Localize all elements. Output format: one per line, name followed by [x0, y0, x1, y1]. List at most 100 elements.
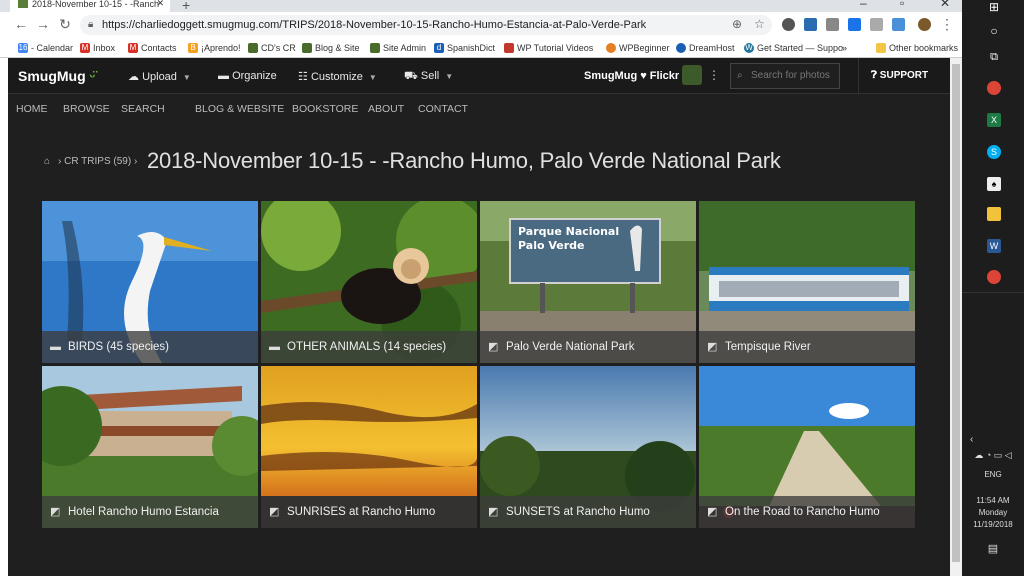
home-icon[interactable]: ⌂: [44, 156, 50, 167]
blogger-icon: B: [188, 43, 198, 53]
close-tab-icon[interactable]: ✕: [156, 0, 164, 8]
bookmark-item[interactable]: WPBeginner: [606, 42, 670, 54]
organize-menu[interactable]: ▬ Organize: [218, 70, 277, 82]
shield-icon[interactable]: [826, 18, 839, 31]
zoom-icon[interactable]: ⊕: [732, 17, 742, 31]
customize-menu[interactable]: ☷ Customize ▼: [298, 70, 377, 83]
bookmark-item[interactable]: M Contacts: [128, 42, 177, 54]
solitaire-icon[interactable]: ♠: [987, 177, 1001, 191]
translate-icon[interactable]: [848, 18, 861, 31]
nav-browse[interactable]: BROWSE: [63, 103, 110, 115]
more-icon[interactable]: ⋮: [708, 68, 720, 82]
gallery-tile-palo-verde[interactable]: Parque Nacional Palo Verde ◩ Palo Verde N…: [480, 201, 696, 363]
folder-icon: ▬: [218, 70, 229, 82]
chrome-icon[interactable]: [987, 81, 1001, 95]
upload-menu[interactable]: ☁ Upload ▼: [128, 70, 191, 83]
clock-time[interactable]: 11:54 AM: [962, 496, 1024, 505]
extension-icon[interactable]: [804, 18, 817, 31]
gmail-icon: M: [80, 43, 90, 53]
chrome-icon[interactable]: [987, 270, 1001, 284]
nav-contact[interactable]: CONTACT: [418, 103, 468, 115]
chevron-up-icon[interactable]: ‹: [962, 434, 1024, 445]
gallery-tile-tempisque[interactable]: ◩ Tempisque River: [699, 201, 915, 363]
gallery-grid: ▬ BIRDS (45 species) ▬ OTHER ANIMALS (14 s…: [42, 201, 915, 529]
svg-text:Palo Verde: Palo Verde: [518, 239, 584, 252]
clock-date: 11/19/2018: [973, 520, 1013, 529]
extension-icon[interactable]: [892, 18, 905, 31]
bookmark-star-icon[interactable]: ☆: [754, 17, 765, 31]
bookmark-item[interactable]: 16- Calendar: [18, 42, 73, 54]
tray-icons[interactable]: ☁ ◔ ▭ ◁: [962, 450, 1024, 461]
nav-home[interactable]: HOME: [16, 103, 48, 115]
notification-icon[interactable]: ▤: [962, 542, 1024, 555]
gallery-tile-birds[interactable]: ▬ BIRDS (45 species): [42, 201, 258, 363]
maximize-icon[interactable]: ▫: [900, 0, 904, 10]
word-icon[interactable]: W: [987, 239, 1001, 253]
language-indicator[interactable]: ENG: [962, 470, 1024, 479]
gallery-tile-hotel[interactable]: ◩ Hotel Rancho Humo Estancia: [42, 366, 258, 528]
chrome-menu-icon[interactable]: ⋮: [938, 16, 956, 33]
bookmark-item[interactable]: DreamHost: [676, 42, 735, 54]
page-title: 2018-November 10-15 - -Rancho Humo, Palo…: [147, 148, 781, 173]
bookmark-item[interactable]: B ¡Aprendo!: [188, 42, 241, 54]
smugmug-flickr-link[interactable]: SmugMug ♥ Flickr: [584, 70, 679, 82]
bookmark-item[interactable]: Site Admin: [370, 42, 426, 54]
url-text: https://charliedoggett.smugmug.com/TRIPS…: [102, 19, 647, 31]
task-view-icon[interactable]: ⧉: [987, 50, 1001, 64]
minimize-icon[interactable]: –: [860, 0, 867, 10]
folder-icon: ▬: [50, 341, 61, 353]
nav-search[interactable]: SEARCH: [121, 103, 165, 115]
gallery-tile-road[interactable]: ◩ On the Road to Rancho Humo: [699, 366, 915, 528]
lock-icon: 🔒︎: [88, 19, 94, 30]
address-bar[interactable]: 🔒︎ https://charliedoggett.smugmug.com/TR…: [80, 15, 772, 35]
gallery-tile-sunsets[interactable]: ◩ SUNSETS at Rancho Humo: [480, 366, 696, 528]
file-explorer-icon[interactable]: [987, 207, 1001, 221]
nav-bookstore[interactable]: BOOKSTORE: [292, 103, 358, 115]
bookmark-item[interactable]: WP Tutorial Videos: [504, 42, 593, 54]
extension-icon[interactable]: [782, 18, 795, 31]
gallery-tile-other-animals[interactable]: ▬ OTHER ANIMALS (14 species): [261, 201, 477, 363]
favicon-icon: [18, 0, 28, 8]
page-viewport: SmugMug ᵕ̈ ☁ Upload ▼ ▬ Organize ☷ Custom…: [8, 58, 950, 576]
bookmark-item[interactable]: Blog & Site: [302, 42, 360, 54]
other-bookmarks-folder[interactable]: Other bookmarks: [876, 42, 958, 54]
calendar-icon: 16: [18, 43, 28, 53]
bookmark-item[interactable]: CD's CR: [248, 42, 296, 54]
support-button[interactable]: ❓︎ SUPPORT: [858, 58, 928, 94]
skype-icon[interactable]: S: [987, 145, 1001, 159]
forward-icon[interactable]: →: [34, 16, 52, 32]
search-input[interactable]: ⌕ Search for photos: [730, 63, 840, 89]
extension-icon[interactable]: [870, 18, 883, 31]
back-icon[interactable]: ←: [12, 16, 30, 32]
smugmug-logo[interactable]: SmugMug ᵕ̈: [18, 68, 95, 84]
sell-menu[interactable]: ⛟ Sell ▼: [404, 70, 453, 84]
search-icon: ⌕: [737, 70, 743, 81]
nav-blog-website[interactable]: BLOG & WEBSITE: [195, 103, 284, 115]
profile-avatar[interactable]: [918, 18, 931, 31]
bookmark-item[interactable]: d SpanishDict: [434, 42, 495, 54]
bookmark-item[interactable]: W Get Started — Suppo: [744, 42, 843, 54]
page-scrollbar[interactable]: [950, 58, 962, 576]
sliders-icon: ☷: [298, 71, 308, 83]
bookmark-item[interactable]: M Inbox: [80, 42, 115, 54]
folder-icon: [876, 43, 886, 53]
toolbar: ← → ↻ 🔒︎ https://charliedoggett.smugmug.…: [0, 12, 962, 38]
video-icon: [504, 43, 514, 53]
windows-start-icon[interactable]: ⊞: [987, 0, 1001, 14]
gallery-icon: ◩: [488, 341, 499, 353]
nav-about[interactable]: ABOUT: [368, 103, 404, 115]
spanishdict-icon: d: [434, 43, 444, 53]
reload-icon[interactable]: ↻: [56, 16, 74, 33]
browser-tab[interactable]: 2018-November 10-15 - -Ranch ✕: [10, 0, 170, 12]
close-window-icon[interactable]: ✕: [940, 0, 950, 10]
gallery-tile-sunrises[interactable]: ◩ SUNRISES at Rancho Humo: [261, 366, 477, 528]
excel-icon[interactable]: X: [987, 113, 1001, 127]
more-bookmarks-button[interactable]: »: [842, 42, 847, 54]
avatar[interactable]: [682, 65, 702, 85]
chevron-down-icon: ▼: [445, 72, 454, 81]
cortana-icon[interactable]: ○: [987, 24, 1001, 38]
scrollbar-thumb[interactable]: [952, 64, 960, 562]
bookmarks-bar: 16- Calendar M Inbox M Contacts B ¡Aprendo!…: [0, 38, 962, 58]
breadcrumb-link[interactable]: › CR TRIPS (59) ›: [58, 156, 137, 167]
site-icon: [302, 43, 312, 53]
